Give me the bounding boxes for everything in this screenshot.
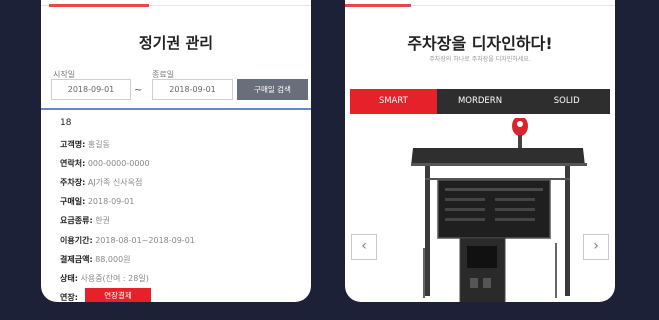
row-value: 홍길동 <box>87 140 110 149</box>
chevron-left-icon: ‹ <box>361 238 367 254</box>
row-key: 이용기간: <box>60 236 93 245</box>
row-key: 구매일: <box>60 197 86 206</box>
row-value: 2018-09-01 <box>87 197 135 206</box>
extend-payment-button[interactable]: 연장결제 <box>85 288 151 302</box>
customer-name-row: 고객명: 홍길동 <box>60 139 110 150</box>
purchase-date-search-button[interactable]: 구매일 검색 <box>237 79 308 100</box>
row-key: 요금종류: <box>60 216 93 225</box>
row-value: AJ가족 신사옥점 <box>87 178 143 187</box>
contact-row: 연락처: 000-0000-0000 <box>60 158 150 169</box>
parking-kiosk-illustration <box>411 118 587 302</box>
result-divider <box>41 108 311 110</box>
row-value: 사용중(잔여 : 28일) <box>80 274 149 283</box>
row-key: 주차장: <box>60 178 86 187</box>
row-value: 000-0000-0000 <box>87 159 150 168</box>
top-accent-bar <box>345 4 411 7</box>
page-title: 주차장을 디자인하다! <box>407 34 553 53</box>
parking-design-screen: 주차장을 디자인하다! 주차장의 하나로 주차장을 디자인하세요. SMART … <box>345 0 615 302</box>
extend-label: 연장: <box>60 293 78 302</box>
result-count: 18 <box>60 118 72 128</box>
page-title: 정기권 관리 <box>138 34 214 52</box>
fee-type-row: 요금종류: 한권 <box>60 215 110 226</box>
start-date-input[interactable]: 2018-09-01 <box>51 79 131 100</box>
tab-solid[interactable]: SOLID <box>523 89 611 114</box>
status-row: 상태: 사용중(잔여 : 28일) <box>60 273 149 284</box>
end-date-input[interactable]: 2018-09-01 <box>152 79 233 100</box>
row-key: 고객명: <box>60 140 86 149</box>
page-subtitle: 주차장의 하나로 주차장을 디자인하세요. <box>429 56 531 63</box>
tab-smart[interactable]: SMART <box>350 89 437 114</box>
purchase-date-row: 구매일: 2018-09-01 <box>60 196 134 207</box>
row-key: 연락처: <box>60 159 86 168</box>
payment-amount-row: 결제금액: 88,000원 <box>60 254 131 265</box>
parking-lot-row: 주차장: AJ가족 신사옥점 <box>60 177 142 188</box>
row-value: 한권 <box>95 216 110 225</box>
ticket-management-screen: 정기권 관리 시작일 종료일 2018-09-01 ~ 2018-09-01 구… <box>41 0 311 302</box>
chevron-right-icon: › <box>593 238 599 254</box>
top-accent-bar <box>49 4 149 7</box>
date-range-separator: ~ <box>134 85 143 96</box>
design-tabs: SMART MORDERN SOLID <box>350 89 611 114</box>
usage-period-row: 이용기간: 2018-08-01~2018-09-01 <box>60 235 195 246</box>
row-key: 상태: <box>60 274 78 283</box>
row-value: 2018-08-01~2018-09-01 <box>95 236 195 245</box>
row-value: 88,000원 <box>95 255 131 264</box>
carousel-prev-button[interactable]: ‹ <box>351 234 377 260</box>
tab-mordern[interactable]: MORDERN <box>436 89 524 114</box>
row-key: 결제금액: <box>60 255 93 264</box>
carousel-next-button[interactable]: › <box>583 234 609 260</box>
